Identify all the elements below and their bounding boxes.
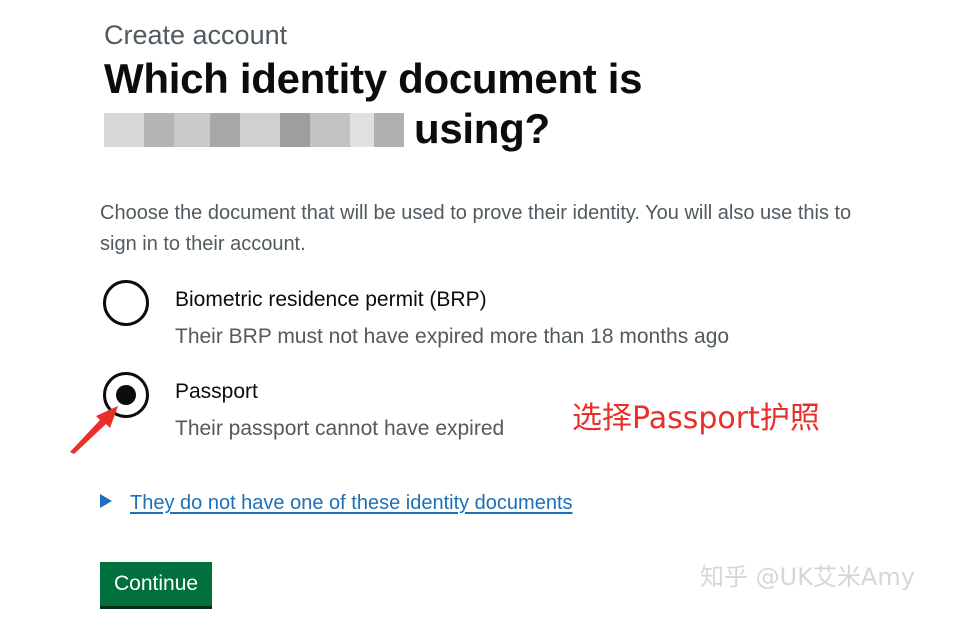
page-caption: Create account bbox=[104, 20, 288, 50]
radio-hint-passport: Their passport cannot have expired bbox=[175, 417, 505, 440]
watermark-text: 知乎 @UK艾米Amy bbox=[700, 563, 915, 591]
radio-option-brp[interactable]: Biometric residence permit (BRP) Their B… bbox=[101, 280, 921, 360]
page-hint: Choose the document that will be used to… bbox=[100, 202, 852, 255]
page-title-line2: using? bbox=[414, 105, 550, 152]
details-summary-link[interactable]: They do not have one of these identity d… bbox=[130, 492, 573, 514]
radio-hint-brp: Their BRP must not have expired more tha… bbox=[175, 325, 730, 348]
radio-label-passport[interactable]: Passport bbox=[175, 379, 258, 405]
radio-label-brp[interactable]: Biometric residence permit (BRP) bbox=[175, 287, 487, 313]
page-title-line1: Which identity document is bbox=[104, 55, 643, 102]
continue-button[interactable]: Continue bbox=[100, 562, 213, 606]
redacted-name-blur bbox=[104, 113, 404, 147]
details-summary[interactable]: They do not have one of these identity d… bbox=[100, 489, 573, 517]
radio-button-brp[interactable] bbox=[103, 280, 149, 326]
red-arrow-icon bbox=[70, 406, 118, 454]
annotation-text: 选择Passport护照 bbox=[572, 401, 820, 436]
triangle-right-icon bbox=[100, 494, 112, 508]
page-title: Which identity document is using? bbox=[104, 54, 704, 154]
